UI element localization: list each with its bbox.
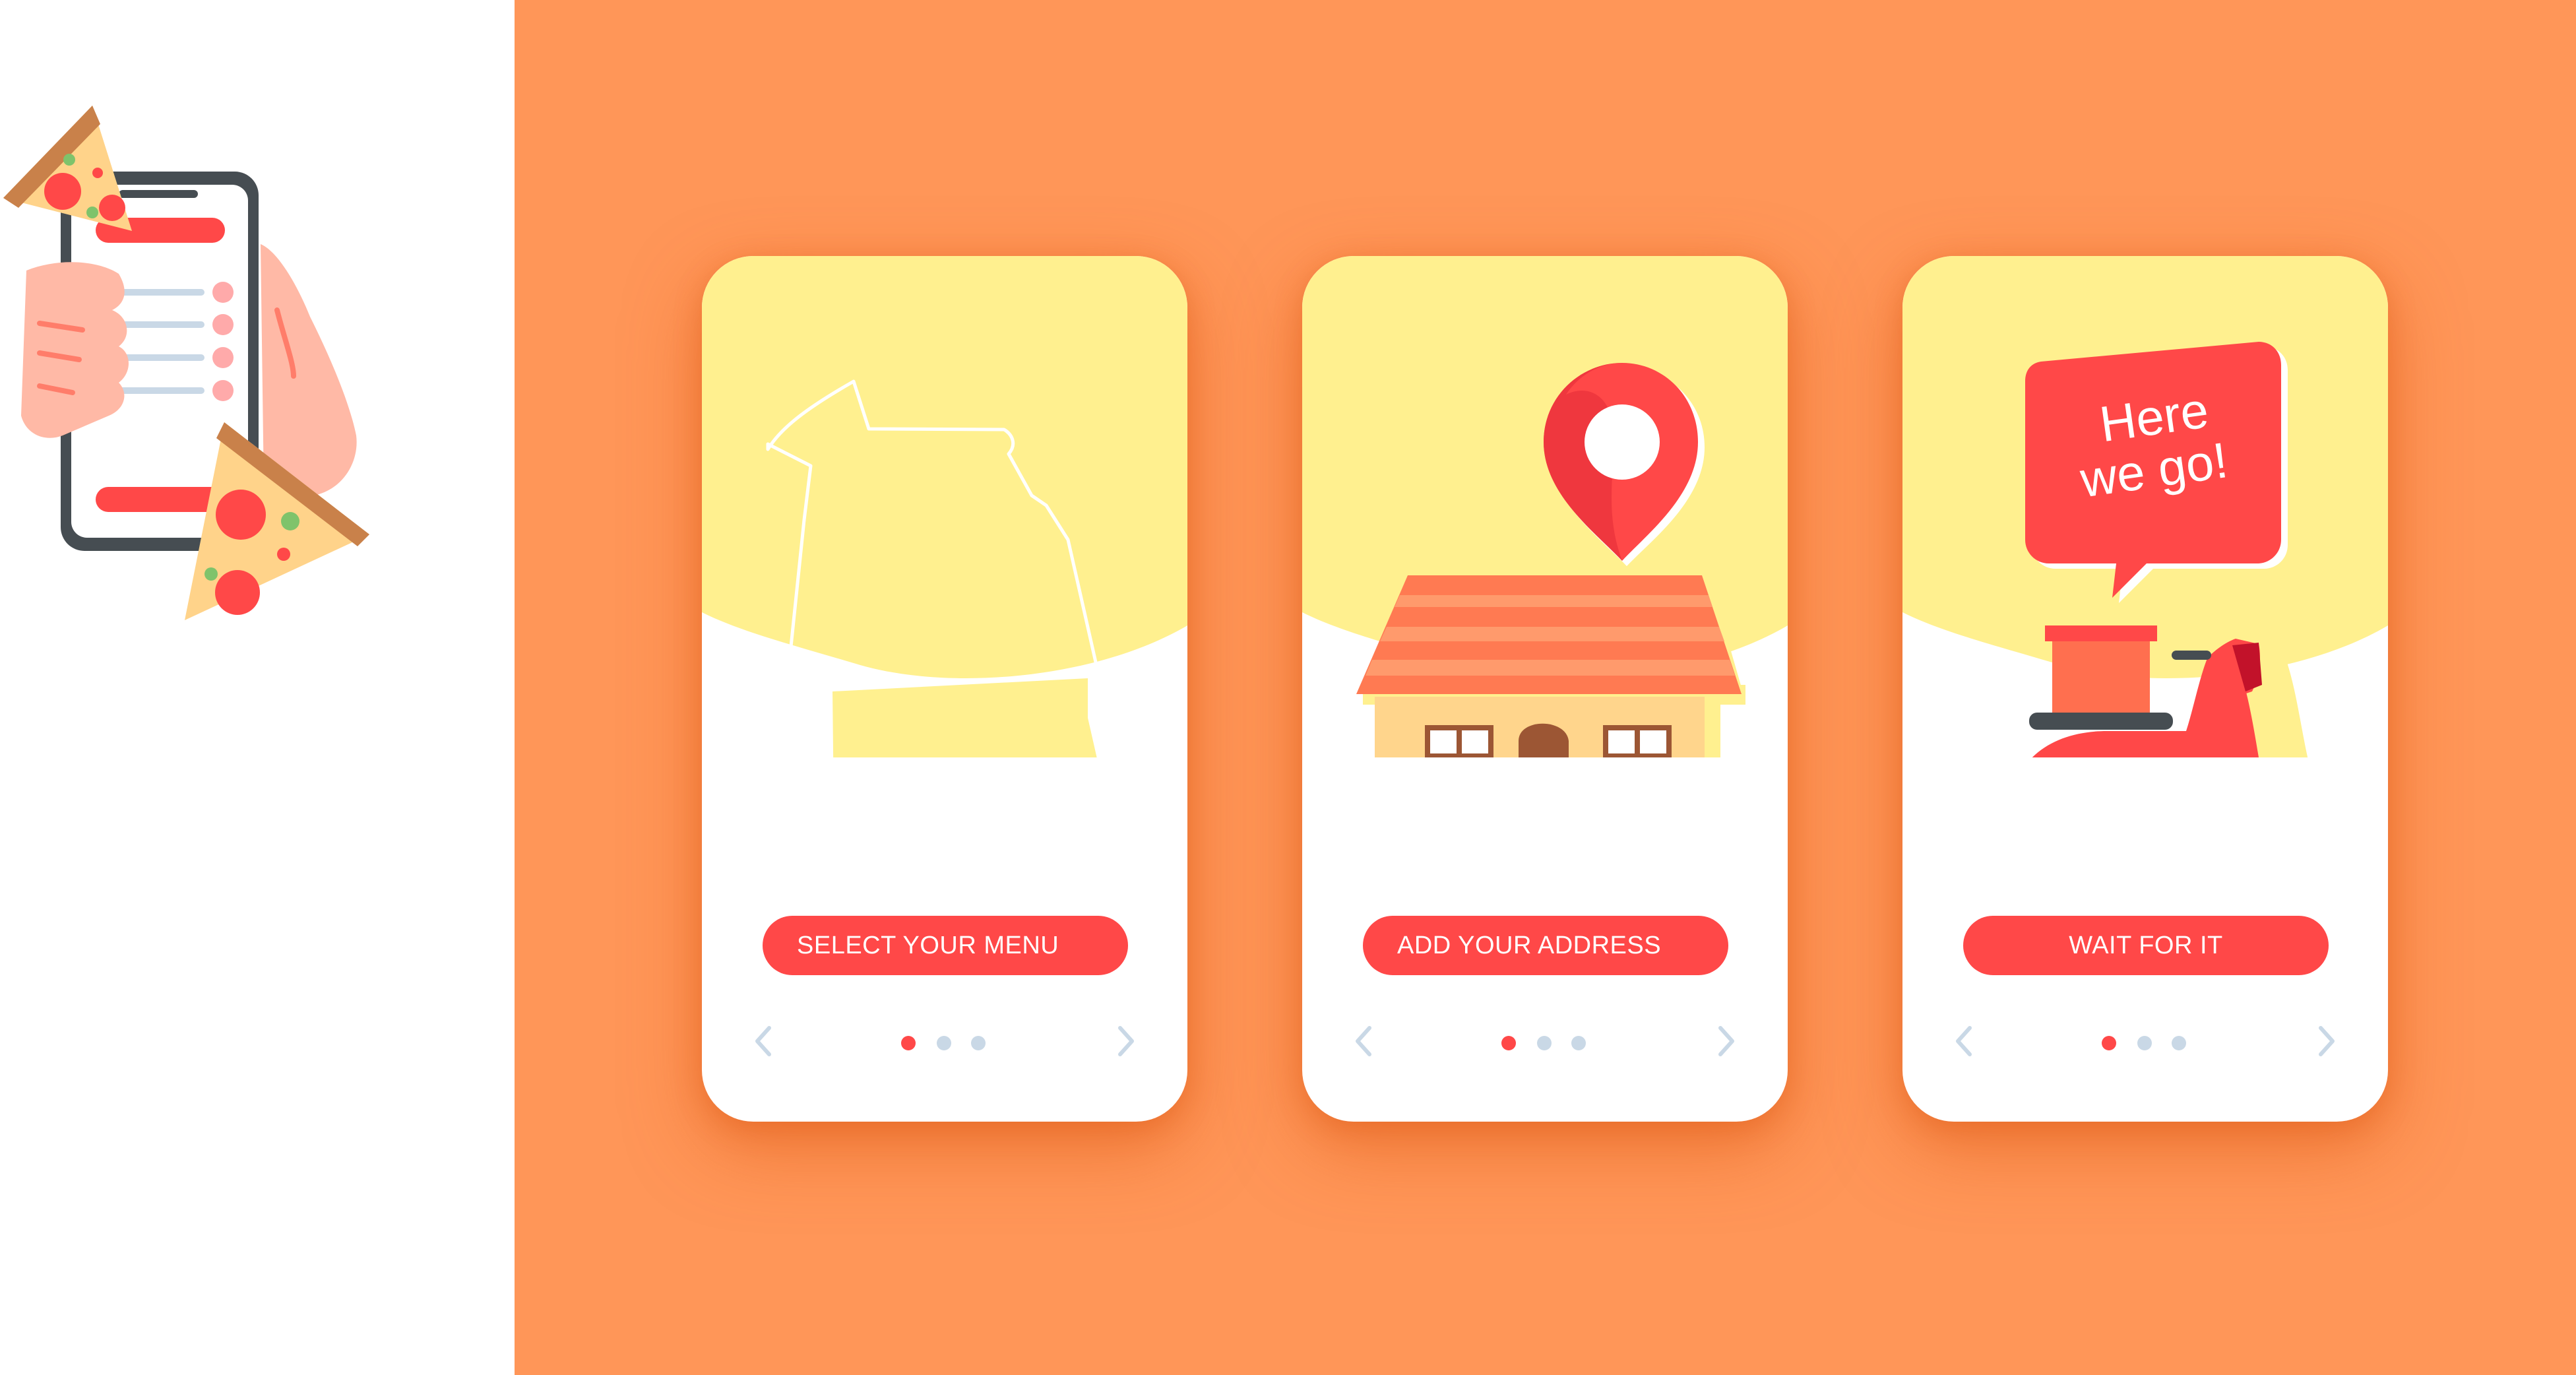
menu-bag-outline-icon [702, 256, 1187, 757]
chevron-right-icon[interactable] [2306, 1023, 2343, 1060]
chevron-right-icon[interactable] [1706, 1023, 1743, 1060]
delivery-scooter-icon: Here we go! [1902, 256, 2388, 757]
page-dot[interactable] [2137, 1036, 2152, 1050]
chevron-left-icon[interactable] [1947, 1023, 1984, 1060]
page-dot[interactable] [971, 1036, 986, 1050]
pagination [1902, 1015, 2388, 1068]
page-dot-active[interactable] [901, 1036, 916, 1050]
pagination [1302, 1015, 1788, 1068]
hand-holding-phone-with-pizza-icon [0, 92, 396, 633]
speech-bubble: Here we go! [2025, 342, 2288, 603]
onboarding-poster: SELECT YOUR MENU ADD YOUR ADDRESS Here w… [0, 0, 2576, 1375]
onboarding-card-address: ADD YOUR ADDRESS [1302, 256, 1788, 1122]
wait-for-it-button[interactable]: WAIT FOR IT [1963, 916, 2329, 975]
select-your-menu-button[interactable]: SELECT YOUR MENU [763, 916, 1128, 975]
add-your-address-button[interactable]: ADD YOUR ADDRESS [1363, 916, 1728, 975]
onboarding-card-wait: Here we go! WAIT FOR IT [1902, 256, 2388, 1122]
chevron-left-icon[interactable] [747, 1023, 784, 1060]
pagination [702, 1015, 1187, 1068]
page-dot[interactable] [1571, 1036, 1586, 1050]
page-dot-active[interactable] [2102, 1036, 2116, 1050]
page-dot[interactable] [1537, 1036, 1552, 1050]
page-dot[interactable] [2172, 1036, 2186, 1050]
page-dot-active[interactable] [1501, 1036, 1516, 1050]
onboarding-card-menu: SELECT YOUR MENU [702, 256, 1187, 1122]
chevron-left-icon[interactable] [1347, 1023, 1384, 1060]
house-with-location-pin-icon [1302, 256, 1788, 757]
page-dot[interactable] [937, 1036, 951, 1050]
chevron-right-icon[interactable] [1106, 1023, 1143, 1060]
